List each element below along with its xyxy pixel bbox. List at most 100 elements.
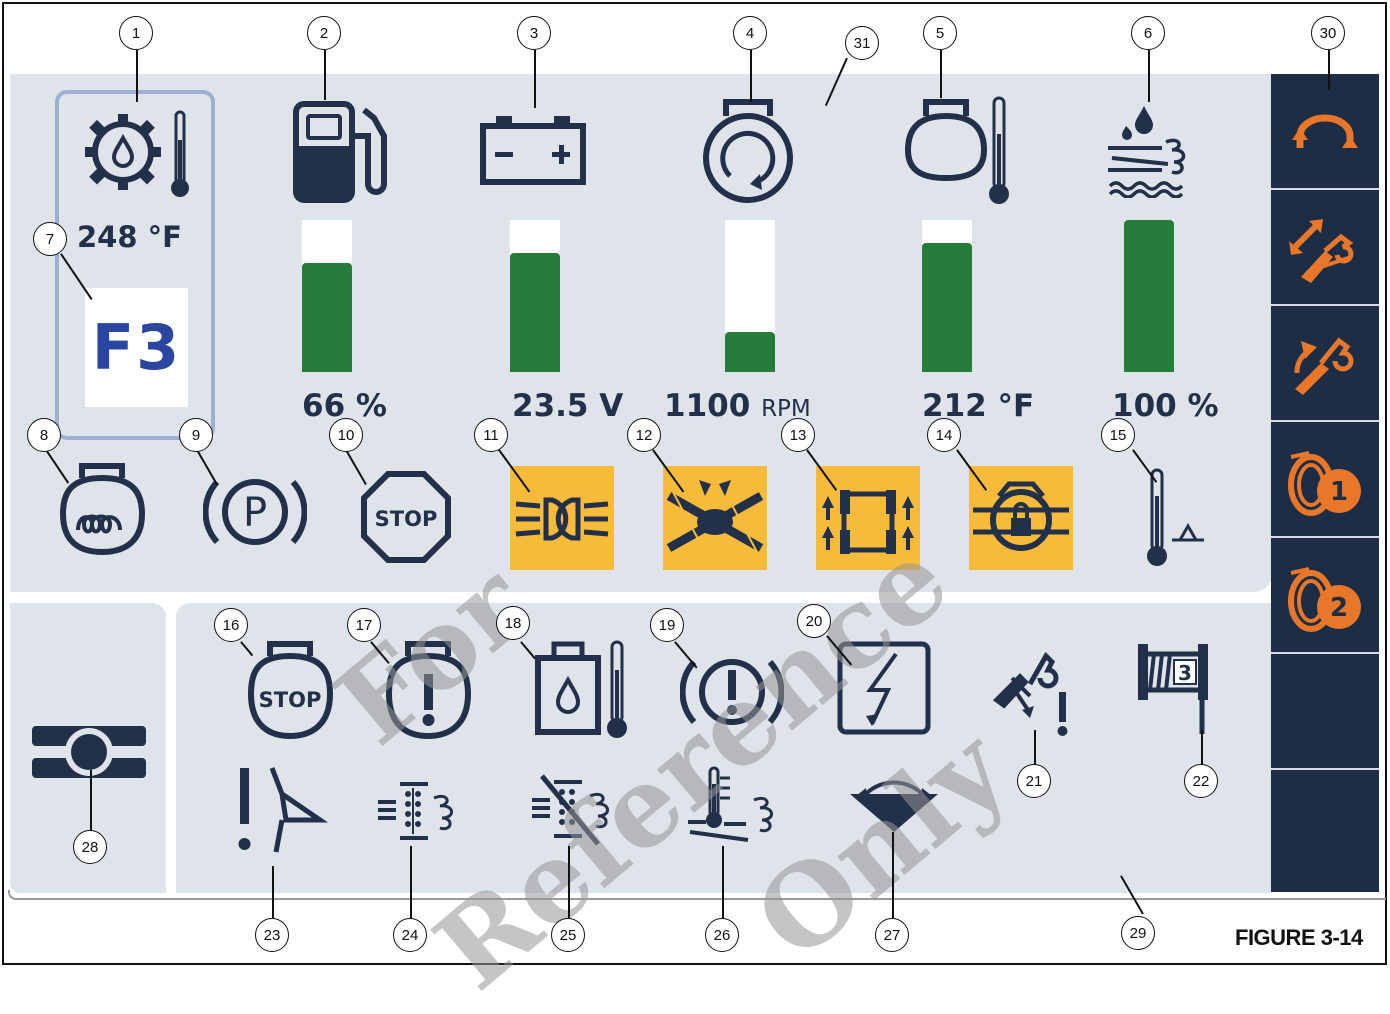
third-wrap-number: 3	[1178, 661, 1192, 685]
callout-6: 6	[1131, 16, 1165, 50]
hoist-1-number: 1	[1330, 477, 1348, 507]
sidebar-button-empty-1[interactable]	[1271, 654, 1379, 770]
callout-14: 14	[927, 418, 961, 452]
callout-21: 21	[1017, 764, 1051, 798]
stop-sign-icon: STOP	[360, 470, 452, 566]
fuel-icon	[290, 96, 390, 206]
warning-panel	[176, 603, 1272, 893]
engine-speed-value: 1100 RPM	[664, 388, 811, 424]
callout-11: 11	[474, 418, 508, 452]
callout-30: 30	[1311, 16, 1345, 50]
callout-16: 16	[214, 608, 248, 642]
glow-plug-icon	[58, 460, 148, 558]
leader-28	[90, 770, 92, 836]
boom-telescope-icon	[1289, 219, 1354, 283]
trans-temp-value: 248 °F	[77, 220, 182, 254]
dpf-icon	[374, 776, 470, 846]
level-indicator-icon	[844, 776, 944, 836]
coolant-temp-icon	[904, 94, 1014, 206]
figure-label: FIGURE 3-14	[1235, 925, 1363, 950]
callout-3: 3	[517, 16, 551, 50]
engine-speed-bar	[725, 220, 775, 372]
callout-13: 13	[781, 418, 815, 452]
sidebar-button-hoist-1[interactable]: 1	[1271, 422, 1379, 538]
callout-22: 22	[1184, 764, 1218, 798]
hoist-2-number: 2	[1330, 593, 1348, 623]
callout-29: 29	[1121, 916, 1155, 950]
battery-bar	[510, 220, 560, 372]
leader-24	[410, 846, 412, 918]
callout-2: 2	[307, 16, 341, 50]
third-wrap-icon: 3	[1134, 640, 1214, 736]
axle-lock-indicator	[969, 466, 1073, 570]
gear-text: F3	[91, 311, 182, 384]
work-lights-indicator	[510, 466, 614, 570]
battery-bar-fill	[510, 253, 560, 372]
engine-warning-icon	[384, 640, 474, 744]
leader-26	[722, 846, 724, 918]
transmission-temp-icon	[80, 100, 195, 200]
fuel-bar	[302, 220, 352, 372]
leader-3	[534, 50, 536, 108]
electrical-fault-icon	[836, 640, 932, 736]
parking-brake-icon: P	[203, 470, 307, 554]
sidebar-button-empty-2[interactable]	[1271, 770, 1379, 892]
leader-27	[892, 832, 894, 918]
hoist-2-icon: 2	[1288, 567, 1361, 632]
sidebar-button-hoist-2[interactable]: 2	[1271, 538, 1379, 654]
callout-8: 8	[27, 418, 61, 452]
sidebar-button-swing[interactable]	[1271, 74, 1379, 190]
boom-warning-icon	[990, 648, 1080, 738]
boom-lift-icon	[1294, 337, 1354, 395]
swing-rotation-icon	[1292, 114, 1358, 148]
callout-24: 24	[393, 918, 427, 952]
axle-oscillation-indicator	[663, 466, 767, 570]
def-level-icon	[1104, 102, 1204, 198]
leader-23	[272, 866, 274, 918]
park-letter: P	[243, 490, 267, 536]
sidebar-button-boom-lift[interactable]	[1271, 306, 1379, 422]
display-bezel	[8, 890, 1386, 900]
def-bar	[1124, 220, 1174, 372]
leader-2	[324, 50, 326, 100]
hydraulic-oil-temp-icon	[534, 636, 634, 740]
def-value: 100 %	[1112, 388, 1219, 424]
engine-speed-bar-fill	[725, 332, 775, 372]
sidebar-button-telescope[interactable]	[1271, 190, 1379, 306]
callout-5: 5	[923, 16, 957, 50]
engine-stop-text: STOP	[259, 688, 322, 712]
brake-warning-icon	[680, 650, 784, 734]
engine-stop-icon: STOP	[246, 640, 336, 744]
battery-icon	[478, 112, 588, 187]
callout-7: 7	[33, 222, 67, 256]
callout-31: 31	[845, 26, 879, 60]
leader-6	[1148, 50, 1150, 102]
coolant-bar	[922, 220, 972, 372]
callout-26: 26	[705, 918, 739, 952]
leader-5	[940, 50, 942, 98]
engine-speed-number: 1100	[664, 388, 751, 424]
leader-21	[1034, 730, 1036, 766]
leader-25	[568, 846, 570, 918]
engine-speed-icon	[700, 98, 796, 210]
dpf-disabled-icon	[528, 772, 628, 848]
callout-9: 9	[179, 418, 213, 452]
swing-lock-icon	[32, 724, 146, 780]
leader-4	[750, 50, 752, 102]
hydraulic-temp-icon	[1140, 466, 1206, 570]
leader-1	[136, 50, 138, 102]
leader-22	[1201, 730, 1203, 766]
hoist-1-icon: 1	[1288, 451, 1361, 516]
callout-17: 17	[347, 608, 381, 642]
callout-27: 27	[875, 918, 909, 952]
leader-30	[1328, 50, 1330, 90]
callout-25: 25	[551, 918, 585, 952]
callout-23: 23	[255, 918, 289, 952]
function-sidebar: 1 2	[1271, 74, 1379, 892]
callout-1: 1	[119, 16, 153, 50]
coolant-bar-fill	[922, 242, 972, 372]
outrigger-warning-icon	[230, 764, 330, 856]
callout-28: 28	[73, 830, 107, 864]
four-wheel-steer-indicator	[816, 466, 920, 570]
fuel-bar-fill	[302, 262, 352, 372]
